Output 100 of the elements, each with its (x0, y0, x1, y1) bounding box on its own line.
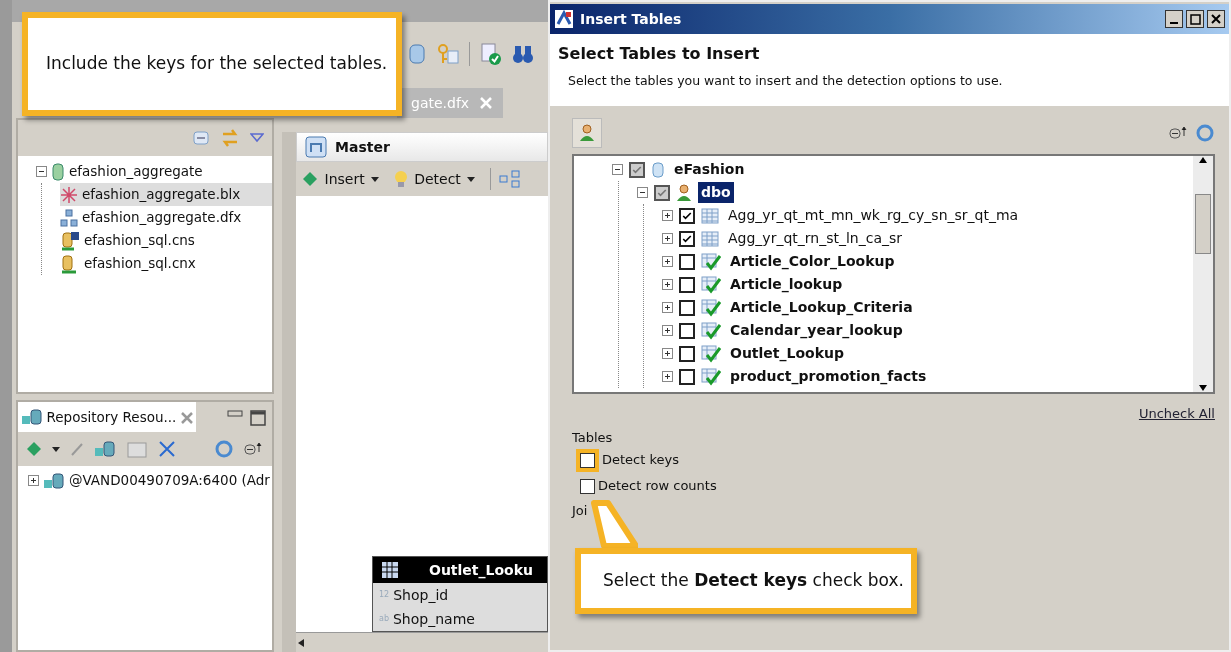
checkbox[interactable] (679, 368, 695, 385)
checkbox[interactable] (679, 322, 695, 339)
checkbox[interactable] (580, 478, 595, 494)
tree-item[interactable]: @VAND00490709A:6400 (Adr (69, 470, 270, 491)
table-title: Outlet_Looku (429, 560, 533, 581)
caret-icon (467, 176, 476, 182)
tree-item[interactable]: dbo (698, 182, 734, 203)
checkbox[interactable] (679, 230, 695, 247)
repository-icon[interactable] (94, 440, 116, 458)
table-check-icon (701, 321, 721, 340)
expand-icon[interactable] (662, 210, 673, 221)
maximize-icon[interactable] (249, 409, 266, 426)
tree-item[interactable]: eFashion (671, 159, 748, 180)
tree-item[interactable]: Article_lookup (727, 274, 846, 295)
delete-icon[interactable] (158, 440, 176, 458)
type-label: ab (379, 613, 389, 625)
cylinder-icon (51, 162, 65, 181)
toolbar-divider (469, 42, 470, 66)
star-burst-icon (60, 185, 78, 204)
toolbar-button[interactable]: Detect (393, 168, 476, 190)
caret-icon[interactable] (52, 446, 60, 452)
tree-item[interactable]: Calendar_year_lookup (727, 320, 906, 341)
tree-item[interactable]: efashion_sql.cnx (84, 253, 196, 274)
checkbox[interactable] (629, 161, 645, 178)
layers-icon (305, 136, 327, 158)
uncheck-all-link[interactable]: Uncheck All (1138, 404, 1215, 424)
vertical-scrollbar[interactable] (1193, 156, 1213, 392)
horizontal-scrollbar[interactable] (296, 632, 548, 652)
expand-icon[interactable] (662, 233, 673, 244)
expand-icon[interactable] (662, 279, 673, 290)
dialog-title: Insert Tables (580, 9, 682, 29)
scroll-up-icon[interactable] (1198, 156, 1208, 164)
checkbox[interactable] (679, 345, 695, 362)
panel-title: Repository Resou... (46, 407, 177, 427)
tree-item[interactable]: Agg_yr_qt_rn_st_ln_ca_sr (725, 228, 906, 249)
expand-icon[interactable] (662, 371, 673, 382)
expand-icon[interactable] (28, 475, 39, 486)
table-icon (701, 206, 719, 225)
expand-icon[interactable] (662, 348, 673, 359)
tree-item[interactable]: Article_Lookup_Criteria (727, 297, 916, 318)
toolbar-button[interactable]: Insert (302, 168, 380, 190)
database-icon (651, 160, 665, 179)
tree-item[interactable]: Agg_yr_qt_mt_mn_wk_rg_cy_sn_sr_qt_ma (725, 205, 1022, 226)
clipboard-icon[interactable] (126, 439, 148, 459)
scroll-down-icon[interactable] (1198, 384, 1208, 392)
dialog-heading: Select Tables to Insert (558, 43, 761, 65)
expand-icon[interactable] (662, 302, 673, 313)
person-icon (676, 183, 692, 202)
tree-item[interactable]: product_promotion_facts (727, 366, 930, 387)
checkbox[interactable] (679, 299, 695, 316)
callout-text: Include the keys for the selected tables. (46, 52, 388, 76)
connection-shortcut-icon (60, 230, 80, 251)
type-label: 12 (379, 589, 390, 601)
add-icon (302, 171, 318, 187)
checkbox[interactable] (679, 253, 695, 270)
expand-icon[interactable] (662, 256, 673, 267)
collapse-icon[interactable] (612, 164, 623, 175)
dialog-description: Select the tables you want to insert and the detection options to use. (567, 72, 1004, 90)
app-icon (554, 9, 574, 29)
checkbox[interactable] (679, 207, 695, 224)
tree-item[interactable]: efashion_aggregate (69, 161, 203, 182)
checkbox-label[interactable]: Detect keys (602, 450, 679, 470)
table-icon (701, 229, 719, 248)
tab-label: gate.dfx (411, 93, 470, 113)
tree-item[interactable]: efashion_sql.cns (84, 230, 195, 251)
checkbox[interactable] (654, 184, 670, 201)
group-label: Tables (572, 428, 613, 447)
document-check-icon[interactable] (480, 42, 502, 66)
table-check-icon (701, 298, 721, 317)
checkbox[interactable] (679, 276, 695, 293)
collapse-icon[interactable] (36, 166, 47, 177)
table-check-icon (701, 367, 721, 386)
panel-tab[interactable]: Repository Resou... (18, 402, 196, 432)
group-label: Joi (572, 502, 588, 520)
table-check-icon (701, 252, 721, 271)
tree-item[interactable]: efashion_aggregate.dfx (82, 207, 242, 228)
owner-filter-button[interactable] (572, 118, 602, 148)
caret-icon (371, 176, 380, 182)
server-icon (43, 471, 65, 490)
tree-item[interactable]: Outlet_Lookup (727, 343, 847, 364)
table-node[interactable]: Outlet_Looku 12 Shop_id ab Shop_name (372, 556, 548, 632)
table-check-icon (701, 275, 721, 294)
callout-text: Select the Detect keys check box. (603, 569, 904, 593)
table-icon (381, 561, 399, 579)
scrollbar-thumb[interactable] (1195, 194, 1211, 254)
diagram-icon (60, 208, 78, 227)
toolbar-divider (489, 168, 491, 190)
column-name: Shop_id (393, 585, 449, 605)
scroll-left-icon[interactable] (296, 637, 306, 648)
collapse-icon[interactable] (637, 187, 648, 198)
collapse-all-icon[interactable] (1168, 126, 1189, 140)
checkbox-label[interactable]: Detect row counts (598, 476, 717, 496)
editor-title: Master (335, 137, 390, 157)
tree-item[interactable]: Article_Color_Lookup (727, 251, 898, 272)
light-bulb-icon (393, 170, 408, 188)
collapse-all-icon[interactable] (244, 442, 264, 456)
expand-icon[interactable] (662, 325, 673, 336)
binoculars-icon[interactable] (512, 43, 534, 65)
view-menu-icon[interactable] (250, 133, 264, 143)
table-check-icon (701, 344, 721, 363)
